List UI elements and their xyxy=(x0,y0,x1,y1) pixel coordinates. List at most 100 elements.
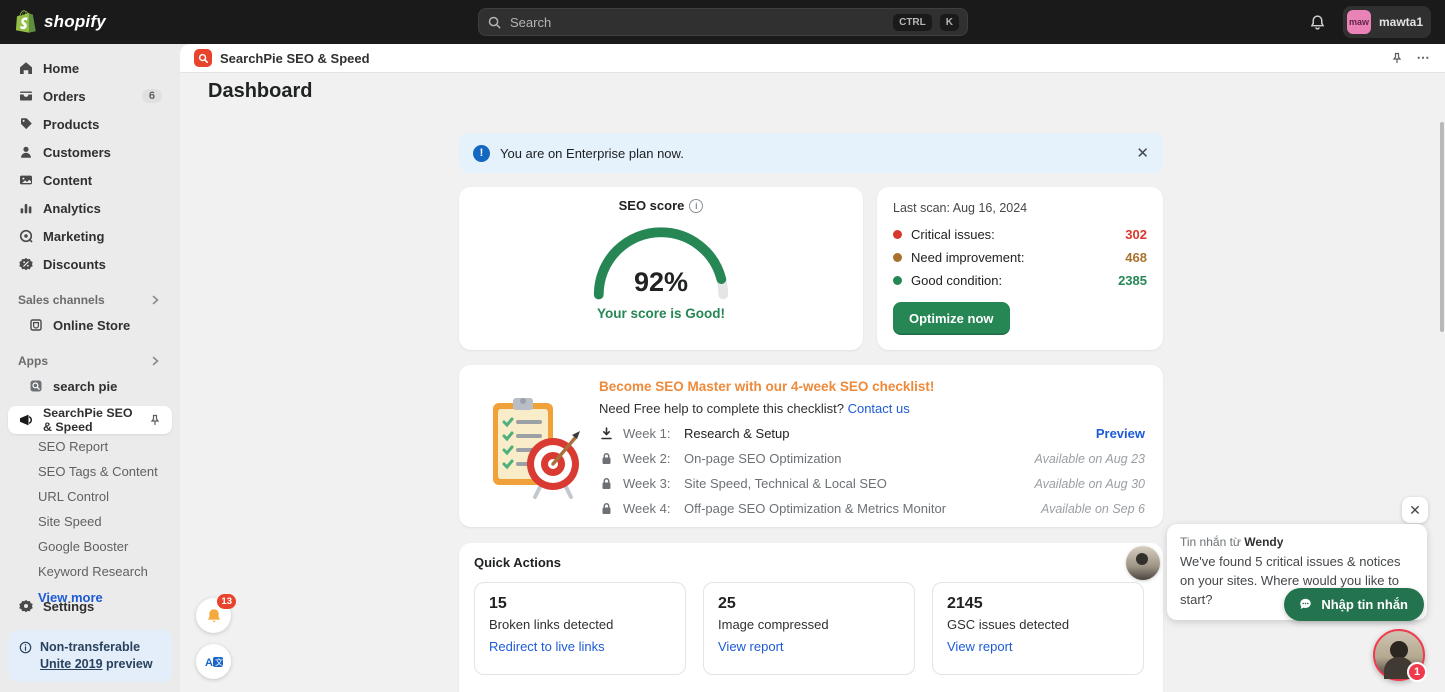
chat-agent-peek-avatar xyxy=(1126,546,1160,580)
redirect-live-links-link[interactable]: Redirect to live links xyxy=(489,639,671,654)
user-avatar: maw xyxy=(1347,10,1371,34)
sidebar-subitem-seo-tags[interactable]: SEO Tags & Content xyxy=(0,459,180,484)
qa-value: 2145 xyxy=(947,595,1129,613)
sidebar-subitem-keyword-research[interactable]: Keyword Research xyxy=(0,559,180,584)
plan-banner: ! You are on Enterprise plan now. ✕ xyxy=(459,133,1163,173)
person-icon xyxy=(18,145,33,160)
sidebar-label: search pie xyxy=(53,379,162,394)
scan-row-critical: Critical issues: 302 xyxy=(893,223,1147,246)
notifications-bell-icon[interactable] xyxy=(1309,13,1327,31)
week-label: Week 3: xyxy=(623,476,675,491)
qa-label: Broken links detected xyxy=(489,617,671,632)
search-pie-app-icon xyxy=(28,379,43,394)
week-label: Week 1: xyxy=(623,426,675,441)
sidebar-label: Analytics xyxy=(43,201,162,216)
user-name: mawta1 xyxy=(1379,15,1423,29)
shopify-wordmark: shopify xyxy=(44,12,106,32)
shopify-logo[interactable]: shopify xyxy=(16,10,106,34)
preview-link[interactable]: Preview xyxy=(1096,426,1145,441)
chat-sender-name: Wendy xyxy=(1244,535,1283,549)
scan-label: Good condition: xyxy=(911,273,1109,288)
topbar: shopify Search CTRL K maw mawta1 xyxy=(0,0,1445,44)
seo-score-info-icon[interactable]: i xyxy=(689,199,703,213)
qa-value: 25 xyxy=(718,595,900,613)
lock-icon xyxy=(599,501,614,516)
optimize-now-button[interactable]: Optimize now xyxy=(893,302,1010,335)
sidebar-item-discounts[interactable]: Discounts xyxy=(8,250,172,278)
chat-close-icon[interactable]: ✕ xyxy=(1402,497,1428,523)
orders-icon xyxy=(18,89,33,104)
sidebar-subitem-site-speed[interactable]: Site Speed xyxy=(0,509,180,534)
sidebar-nav: Home Orders 6 Products Customers Content… xyxy=(0,44,180,692)
week-name: On-page SEO Optimization xyxy=(684,451,1025,466)
user-menu[interactable]: maw mawta1 xyxy=(1343,6,1431,38)
quick-actions-card: Quick Actions 15 Broken links detected R… xyxy=(459,543,1163,692)
contact-us-link[interactable]: Contact us xyxy=(848,401,910,416)
banner-close-icon[interactable]: ✕ xyxy=(1136,146,1149,161)
sidebar-label: SearchPie SEO & Speed xyxy=(43,406,137,434)
app-header-bar: SearchPie SEO & Speed ⋯ xyxy=(180,44,1445,73)
sidebar-item-customers[interactable]: Customers xyxy=(8,138,172,166)
storefront-icon xyxy=(28,318,43,333)
app-notifications-button[interactable]: 13 xyxy=(196,598,231,633)
chevron-right-icon xyxy=(147,353,162,368)
qa-label: GSC issues detected xyxy=(947,617,1129,632)
week-label: Week 4: xyxy=(623,501,675,516)
sidebar-item-searchpie-app[interactable]: SearchPie SEO & Speed xyxy=(8,406,172,434)
chat-bubble-icon xyxy=(1298,597,1313,612)
sidebar-item-analytics[interactable]: Analytics xyxy=(8,194,172,222)
sidebar-item-online-store[interactable]: Online Store xyxy=(8,311,172,339)
notice-line1: Non-transferable xyxy=(40,640,140,654)
view-report-link[interactable]: View report xyxy=(947,639,1129,654)
sidebar-item-marketing[interactable]: Marketing xyxy=(8,222,172,250)
target-icon xyxy=(18,229,33,244)
more-options-icon[interactable]: ⋯ xyxy=(1416,51,1431,66)
content-icon xyxy=(18,173,33,188)
week-row-3: Week 3: Site Speed, Technical & Local SE… xyxy=(599,476,1145,491)
sidebar-subitem-url-control[interactable]: URL Control xyxy=(0,484,180,509)
checklist-card: Become SEO Master with our 4-week SEO ch… xyxy=(459,365,1163,527)
chat-agent-avatar[interactable]: 1 xyxy=(1373,629,1425,681)
view-report-link[interactable]: View report xyxy=(718,639,900,654)
availability-date: Available on Aug 23 xyxy=(1034,452,1145,466)
translate-button[interactable]: A文 xyxy=(196,644,231,679)
sidebar-subitem-seo-report[interactable]: SEO Report xyxy=(0,434,180,459)
svg-text:A: A xyxy=(205,657,213,669)
sidebar-item-settings[interactable]: Settings xyxy=(8,592,172,620)
scrollbar[interactable] xyxy=(1440,122,1444,332)
checklist-subtitle: Need Free help to complete this checklis… xyxy=(599,401,848,416)
quick-action-gsc-issues: 2145 GSC issues detected View report xyxy=(932,582,1144,675)
sidebar-item-orders[interactable]: Orders 6 xyxy=(8,82,172,110)
chat-reply-button[interactable]: Nhập tin nhắn xyxy=(1284,588,1424,621)
sidebar-item-products[interactable]: Products xyxy=(8,110,172,138)
quick-action-broken-links: 15 Broken links detected Redirect to liv… xyxy=(474,582,686,675)
seo-score-message: Your score is Good! xyxy=(459,306,863,321)
scan-value: 468 xyxy=(1125,250,1147,265)
preview-notice: Non-transferable Unite 2019 preview xyxy=(8,630,172,682)
sidebar-subitem-google-booster[interactable]: Google Booster xyxy=(0,534,180,559)
sidebar-label: Home xyxy=(43,61,162,76)
pin-icon[interactable] xyxy=(147,413,162,428)
scan-value: 302 xyxy=(1125,227,1147,242)
shortcut-k-key: K xyxy=(940,14,959,31)
week-name: Off-page SEO Optimization & Metrics Moni… xyxy=(684,501,1032,516)
notice-link[interactable]: Unite 2019 xyxy=(40,657,103,671)
notice-suffix: preview xyxy=(103,657,153,671)
sidebar-item-search-pie[interactable]: search pie xyxy=(8,372,172,400)
global-search-input[interactable]: Search CTRL K xyxy=(478,8,968,36)
sales-channels-section[interactable]: Sales channels xyxy=(18,292,162,307)
pin-icon[interactable] xyxy=(1389,51,1404,66)
banner-info-icon: ! xyxy=(473,145,490,162)
sidebar-item-home[interactable]: Home xyxy=(8,54,172,82)
download-icon xyxy=(599,426,614,441)
quick-action-image-compressed: 25 Image compressed View report xyxy=(703,582,915,675)
scan-value: 2385 xyxy=(1118,273,1147,288)
apps-section[interactable]: Apps xyxy=(18,353,162,368)
sidebar-item-content[interactable]: Content xyxy=(8,166,172,194)
sales-channels-heading: Sales channels xyxy=(18,293,105,307)
scan-label: Need improvement: xyxy=(911,250,1116,265)
shortcut-ctrl-key: CTRL xyxy=(893,14,932,31)
quick-actions-title: Quick Actions xyxy=(474,555,1148,570)
sidebar-label: Content xyxy=(43,173,162,188)
preview-notice-text: Non-transferable Unite 2019 preview xyxy=(40,639,153,673)
